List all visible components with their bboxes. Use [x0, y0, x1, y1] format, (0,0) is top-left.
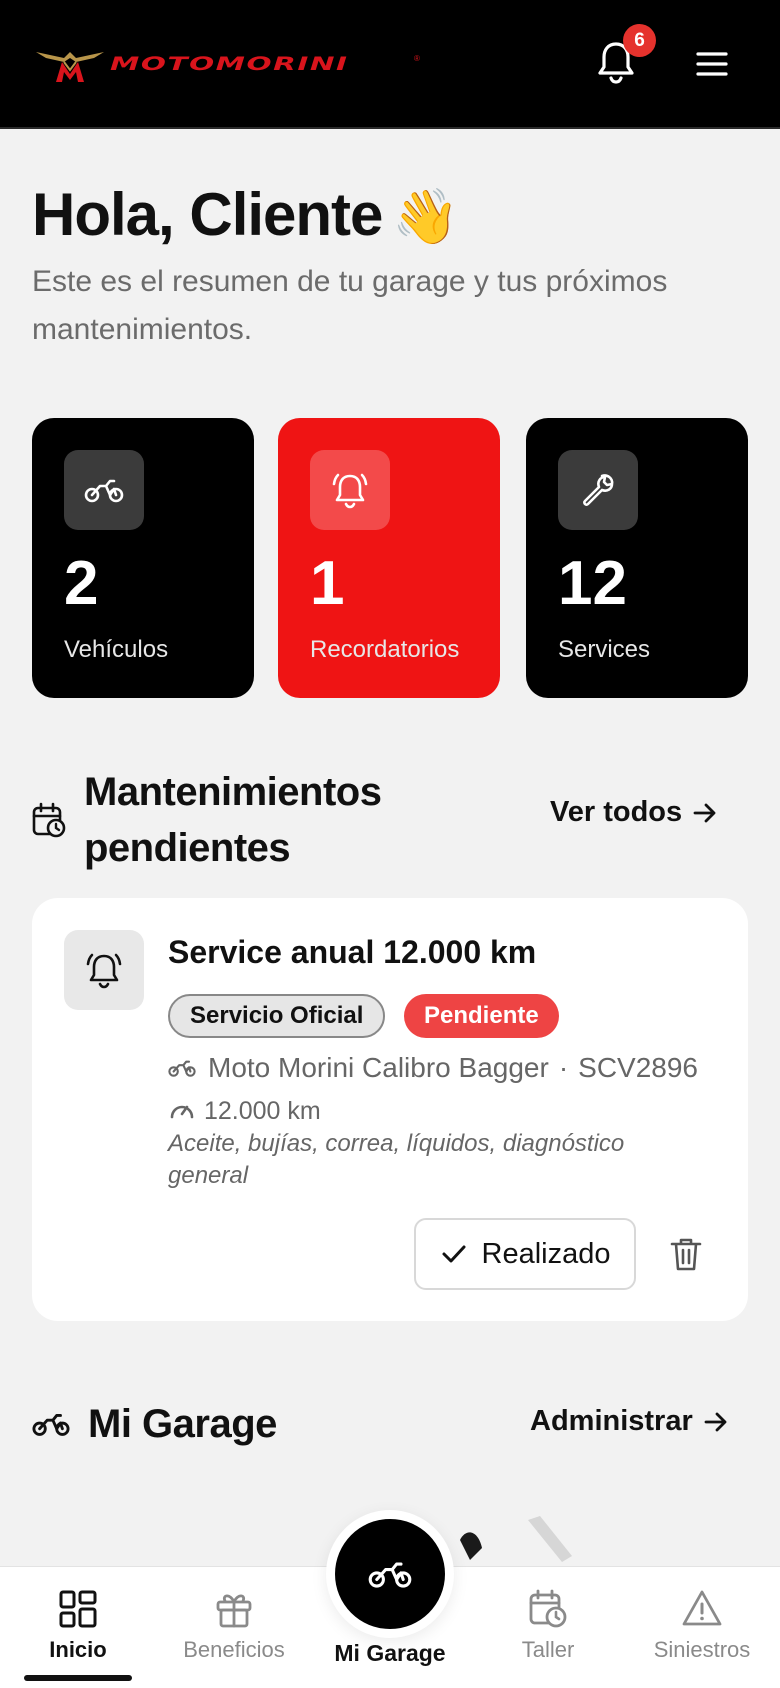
nav-label: Siniestros [653, 1637, 751, 1662]
motorcycle-icon [84, 479, 124, 503]
maintenance-title: Service anual 12.000 km [168, 934, 537, 970]
greeting-title: Hola, Cliente 👋 [32, 180, 460, 249]
stat-icon-box [310, 450, 390, 530]
arrow-right-icon [693, 803, 716, 822]
top-bar: MOTOMORINI ® 6 [0, 0, 780, 129]
nav-label: Taller [521, 1637, 575, 1662]
active-tab-indicator [24, 1675, 132, 1681]
nav-label: Beneficios [183, 1637, 285, 1662]
motorcycle-icon [168, 1060, 196, 1077]
vehicle-name: Moto Morini Calibro Bagger [208, 1052, 549, 1083]
mi-garage-label[interactable]: Mi Garage [300, 1640, 480, 1667]
maintenance-description: Aceite, bujías, correa, líquidos, diagnó… [168, 1130, 625, 1189]
mark-done-button[interactable]: Realizado [414, 1218, 636, 1290]
garage-section-title: Mi Garage [88, 1402, 277, 1446]
brand-registered-mark: ® [414, 54, 420, 63]
motorcycle-icon [32, 1414, 70, 1436]
nav-tab-inicio[interactable]: Inicio [8, 1567, 148, 1688]
stat-value: 2 [64, 549, 99, 618]
reminder-icon-box [64, 930, 144, 1010]
vehicle-info: Moto Morini Calibro Bagger · SCV2896 [168, 1046, 698, 1090]
bell-ring-icon [86, 953, 122, 989]
manage-label: Administrar [530, 1405, 693, 1437]
arrow-right-icon [704, 1412, 727, 1431]
stat-value: 1 [310, 549, 345, 618]
stat-label: Services [558, 636, 651, 663]
nav-tab-siniestros[interactable]: Siniestros [632, 1567, 772, 1688]
trash-icon[interactable] [666, 1234, 706, 1274]
calendar-clock-icon [529, 1589, 567, 1628]
warning-icon [682, 1590, 722, 1626]
mi-garage-fab-circle [335, 1519, 445, 1629]
stat-label: Vehículos [64, 636, 169, 663]
stat-card-services[interactable]: 12 Services [526, 418, 748, 698]
checkmark-icon [442, 1245, 465, 1263]
km-info: 12.000 km [168, 1092, 321, 1130]
greeting-subtitle: Este es el resumen de tu garage y tus pr… [32, 265, 668, 346]
garage-section-header: Mi Garage [32, 1396, 277, 1452]
mark-done-label: Realizado [481, 1237, 611, 1270]
gift-icon [216, 1594, 252, 1628]
notification-count-badge: 6 [623, 24, 656, 57]
stat-label: Recordatorios [310, 636, 460, 663]
waving-hand-emoji: 👋 [392, 187, 459, 247]
status-badge: Pendiente [404, 994, 559, 1038]
view-all-link[interactable]: Ver todos [550, 796, 718, 829]
calendar-clock-icon [32, 802, 66, 838]
maintenance-section-title: Mantenimientos pendientes [84, 770, 382, 870]
nav-tab-taller[interactable]: Taller [478, 1567, 618, 1688]
speedometer-icon [170, 1105, 194, 1119]
wrench-icon [583, 474, 614, 506]
brand-wordmark: MOTOMORINI [110, 53, 349, 75]
nav-tab-mi-garage[interactable] [326, 1510, 454, 1638]
km-value: 12.000 km [204, 1096, 321, 1125]
vehicle-plate: SCV2896 [578, 1052, 699, 1083]
stat-icon-box [558, 450, 638, 530]
stat-card-reminders[interactable]: 1 Recordatorios [278, 418, 500, 698]
service-type-badge: Servicio Oficial [168, 994, 386, 1038]
winged-m-logo-icon [36, 52, 104, 82]
bell-ring-icon [332, 473, 368, 509]
separator-dot: · [558, 1052, 569, 1083]
stat-card-vehicles[interactable]: 2 Vehículos [32, 418, 254, 698]
brand-logo[interactable]: MOTOMORINI ® [34, 44, 420, 84]
motorcycle-icon [368, 1562, 412, 1588]
greeting-text: Hola, Cliente [32, 181, 383, 248]
stat-value: 12 [558, 549, 627, 618]
view-all-label: Ver todos [550, 796, 683, 828]
stat-icon-box [64, 450, 144, 530]
maintenance-card[interactable]: Service anual 12.000 km Servicio Oficial… [32, 898, 748, 1321]
nav-tab-beneficios[interactable]: Beneficios [164, 1567, 304, 1688]
nav-label: Inicio [49, 1637, 107, 1662]
maintenance-section-header: Mantenimientos pendientes [32, 764, 414, 876]
hamburger-menu-icon[interactable] [694, 46, 730, 82]
manage-garage-link[interactable]: Administrar [530, 1405, 729, 1438]
grid-icon [59, 1590, 97, 1628]
